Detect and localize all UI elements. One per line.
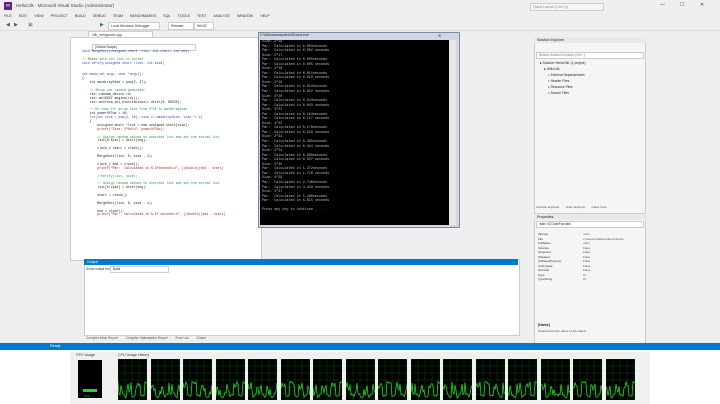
cpu-core-graph xyxy=(280,359,310,400)
tree-item-label: Source Files xyxy=(550,91,569,95)
menu-item[interactable]: TOOLS xyxy=(178,12,190,20)
menu-item[interactable]: HELP xyxy=(260,12,270,20)
properties-title: Properties xyxy=(534,214,647,220)
status-bar: Ready xyxy=(0,343,720,350)
solution-explorer-tab[interactable]: Team Explorer xyxy=(566,205,586,209)
tree-item-label: Header Files xyxy=(550,79,570,83)
close-icon[interactable]: ✕ xyxy=(700,2,704,8)
cpu-core-graph xyxy=(248,359,277,400)
menu-item[interactable]: DEBUG xyxy=(93,12,106,20)
forward-icon[interactable]: ▶ xyxy=(14,22,18,28)
output-title: Output xyxy=(84,259,518,265)
cpu-core-graph xyxy=(215,359,245,400)
solution-explorer-title: Solution Explorer xyxy=(534,37,647,43)
menu-item[interactable]: VIEW xyxy=(34,12,43,20)
tree-item-label: Resource Files xyxy=(550,85,573,89)
solution-explorer-tab[interactable]: Class View xyxy=(592,205,607,209)
menu-item[interactable]: SQL xyxy=(163,12,170,20)
property-description: Sets/returns the name of the object. xyxy=(538,329,588,333)
cpu-core-graph xyxy=(475,359,505,400)
tree-item-label: Solution 'HelloCilk' (1 project) xyxy=(542,61,586,65)
bottom-tab[interactable]: Error List xyxy=(176,336,189,340)
cpu-core-graph xyxy=(443,359,472,400)
cpu-core-graph xyxy=(508,359,537,400)
property-value: int xyxy=(583,277,587,281)
cpu-core-graph xyxy=(573,359,602,400)
bottom-tab[interactable]: Compiler Inline Report xyxy=(86,336,118,340)
cpu-core-graph xyxy=(345,359,375,400)
cpu-core-graph xyxy=(410,359,440,400)
cpu-core-graph xyxy=(540,359,570,400)
menu-item[interactable]: BUILD xyxy=(75,12,86,20)
cpu-usage-fill xyxy=(83,389,97,392)
output-source-select[interactable]: Build xyxy=(110,266,169,273)
bottom-tab[interactable]: Compiler Optimization Report xyxy=(126,336,168,340)
console-close-icon[interactable]: ✕ xyxy=(438,33,441,38)
window-title: HelloCilk - Microsoft Visual Studio (Adm… xyxy=(16,3,115,8)
minimize-icon[interactable]: — xyxy=(660,2,665,8)
code-line: printf("Par: Calculated in %.4f seconds\… xyxy=(82,212,226,217)
visual-studio-logo-icon: ∞ xyxy=(4,2,12,10)
cpu-core-graph xyxy=(605,359,635,400)
save-icon[interactable]: ▣ xyxy=(28,22,33,28)
code-lines: void MergeSort(unsigned short *list, int… xyxy=(82,49,262,217)
bottom-tabs: Compiler Inline Report Compiler Optimizat… xyxy=(86,336,206,340)
solution-explorer-tabs: Solution Explorer Team Explorer Class View xyxy=(536,205,607,209)
tree-item-label: HelloCilk xyxy=(546,67,560,71)
tree-item[interactable]: ▹ Source Files xyxy=(540,90,585,96)
quick-launch-input[interactable]: Quick Launch (Ctrl+Q) xyxy=(530,3,604,11)
menu-item[interactable]: FILE xyxy=(4,12,12,20)
menu-item[interactable]: WINDOW xyxy=(237,12,253,20)
cpu-core-graph xyxy=(378,359,407,400)
property-name: TypeString xyxy=(538,277,553,281)
console-title: C:\Windows\system32\cmd.exe xyxy=(260,33,309,37)
tree-item-label: External Dependencies xyxy=(550,73,585,77)
solution-search-input[interactable]: Search Solution Explorer (Ctrl+;) xyxy=(536,52,644,59)
output-source-label: Show output from: xyxy=(86,267,113,271)
start-debug-icon[interactable]: ▶ xyxy=(100,22,104,28)
maximize-icon[interactable]: ☐ xyxy=(680,2,684,8)
solution-tree: ▸ Solution 'HelloCilk' (1 project) ▸ Hell… xyxy=(540,60,585,96)
back-icon[interactable]: ◀ xyxy=(6,22,10,28)
cpu-core-graph xyxy=(313,359,342,400)
cpu-usage-label: CPU Usage xyxy=(76,353,95,357)
cpu-core-graph xyxy=(183,359,212,400)
menu-item[interactable]: BENCHMARKS xyxy=(130,12,156,20)
platform-select[interactable]: Win32 xyxy=(194,22,214,30)
menu-item[interactable]: EDIT xyxy=(19,12,27,20)
property-row[interactable]: TypeString int xyxy=(538,277,642,282)
cpu-history-label: CPU Usage History xyxy=(118,353,150,357)
menu-item[interactable]: TEAM xyxy=(113,12,123,20)
menu-item[interactable]: PROJECT xyxy=(51,12,68,20)
cpu-usage-percent: 9 % xyxy=(84,394,90,398)
menu-item[interactable]: TEST xyxy=(197,12,206,20)
cpu-core-graph xyxy=(118,359,147,400)
bottom-tab[interactable]: Output xyxy=(196,336,206,340)
console-line: Press any key to continue . . . xyxy=(262,208,326,213)
console-output: Size: 2^16 Par: Calculated in 0.003second… xyxy=(260,40,456,225)
cpu-usage-meter xyxy=(78,360,102,398)
menu-bar: FILE EDIT VIEW PROJECT BUILD DEBUG TEAM BENCHMA… xyxy=(0,12,720,20)
debugger-select[interactable]: Local Windows Debugger xyxy=(108,22,160,30)
properties-object-select[interactable]: main VCCodeFunction xyxy=(536,221,644,228)
property-description-title: (Name) xyxy=(538,323,550,327)
properties-grid: (Name) main File c:\users\mbalfour\document… xyxy=(538,232,642,282)
configuration-select[interactable]: Release xyxy=(168,22,194,30)
console-scrollbar[interactable] xyxy=(449,40,456,225)
solution-explorer-tab[interactable]: Solution Explorer xyxy=(536,205,560,209)
cpu-core-graph xyxy=(150,359,180,400)
menu-item[interactable]: ANALYZE xyxy=(213,12,230,20)
